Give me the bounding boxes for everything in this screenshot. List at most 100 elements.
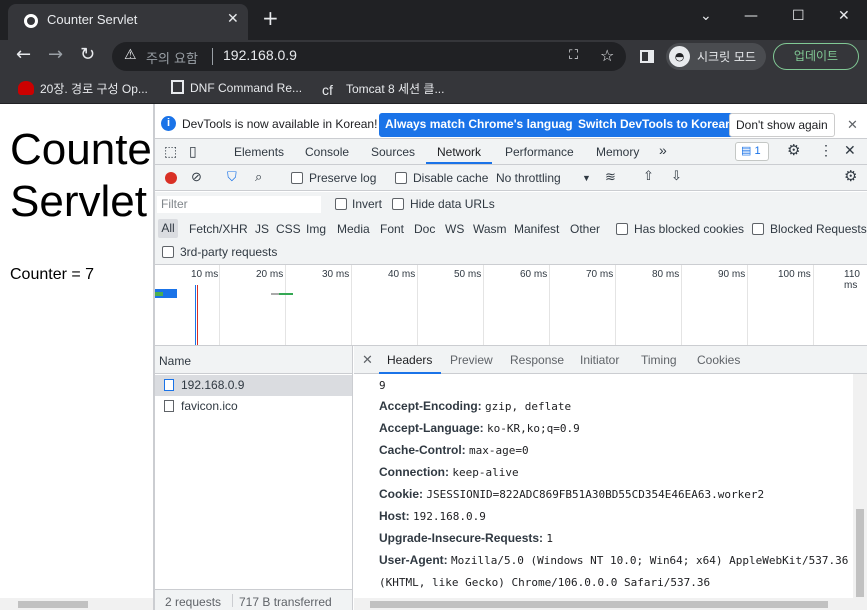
bookmark-star-icon[interactable]: ☆ xyxy=(600,46,614,65)
type-js[interactable]: JS xyxy=(255,222,269,236)
request-row[interactable]: favicon.ico xyxy=(155,396,352,417)
settings-gear-icon[interactable]: ⚙ xyxy=(787,141,800,159)
close-detail-icon[interactable]: ✕ xyxy=(362,352,373,368)
tab-network[interactable]: Network xyxy=(437,145,481,159)
type-ws[interactable]: WS xyxy=(445,222,464,236)
type-all[interactable]: All xyxy=(158,219,178,238)
tick-line xyxy=(417,265,418,345)
reload-button[interactable]: ↻ xyxy=(80,44,95,65)
match-language-button[interactable]: Always match Chrome's language xyxy=(379,113,586,137)
type-img[interactable]: Img xyxy=(306,222,326,236)
chevron-down-icon[interactable]: ▼ xyxy=(582,173,591,183)
translate-icon[interactable]: ⛶ xyxy=(569,48,578,63)
side-panel-icon[interactable] xyxy=(640,50,654,63)
close-tab-icon[interactable]: ✕ xyxy=(227,11,239,27)
header-name: User-Agent: xyxy=(379,553,448,567)
network-conditions-icon[interactable]: ≋ xyxy=(605,169,616,185)
transferred-size: 717 B transferred xyxy=(239,595,332,609)
inspect-element-icon[interactable]: ⬚ xyxy=(164,143,177,160)
headers-vertical-scrollbar[interactable] xyxy=(853,374,867,598)
close-infobar-icon[interactable]: ✕ xyxy=(847,117,858,133)
preserve-log-checkbox[interactable] xyxy=(291,172,303,184)
tab-performance[interactable]: Performance xyxy=(505,145,574,159)
type-fetch-xhr[interactable]: Fetch/XHR xyxy=(189,222,248,236)
scrollbar-thumb[interactable] xyxy=(18,601,88,608)
close-window-button[interactable]: ✕ xyxy=(838,8,850,24)
tab-sources[interactable]: Sources xyxy=(371,145,415,159)
tab-response[interactable]: Response xyxy=(510,353,564,367)
more-tabs-icon[interactable]: » xyxy=(659,142,667,158)
bookmark-item[interactable]: DNF Command Re... xyxy=(171,80,302,95)
bookmark-item[interactable]: 20장. 경로 구성 Op... xyxy=(18,80,148,97)
filter-row: Filter Invert Hide data URLs xyxy=(155,192,867,217)
invert-checkbox[interactable] xyxy=(335,198,347,210)
dont-show-again-button[interactable]: Don't show again xyxy=(729,113,835,137)
maximize-button[interactable]: ☐ xyxy=(792,8,805,24)
update-button[interactable]: 업데이트 xyxy=(773,43,859,70)
clear-icon[interactable]: ⊘ xyxy=(191,169,202,185)
tab-headers[interactable]: Headers xyxy=(387,353,432,367)
bookmark-item[interactable]: cf Tomcat 8 세션 클... xyxy=(322,80,444,98)
tick-label: 60 ms xyxy=(520,269,548,280)
type-wasm[interactable]: Wasm xyxy=(473,222,507,236)
hide-data-urls-checkbox[interactable] xyxy=(392,198,404,210)
incognito-indicator[interactable]: ◓ 시크릿 모드 xyxy=(666,43,766,70)
security-label[interactable]: 주의 요함 xyxy=(146,48,198,67)
tab-search-icon[interactable]: ⌄ xyxy=(700,8,712,24)
url-text[interactable]: 192.168.0.9 xyxy=(223,47,297,63)
record-icon[interactable] xyxy=(165,172,177,184)
tick-label: 50 ms xyxy=(454,269,482,280)
disable-cache-checkbox[interactable] xyxy=(395,172,407,184)
tab-cookies[interactable]: Cookies xyxy=(697,353,740,367)
type-media[interactable]: Media xyxy=(337,222,370,236)
export-har-icon[interactable]: ⇩ xyxy=(671,168,682,184)
type-font[interactable]: Font xyxy=(380,222,404,236)
network-settings-icon[interactable]: ⚙ xyxy=(844,167,857,185)
tab-elements[interactable]: Elements xyxy=(234,145,284,159)
has-blocked-cookies-checkbox[interactable] xyxy=(616,223,628,235)
type-manifest[interactable]: Manifest xyxy=(514,222,559,236)
blocked-requests-checkbox[interactable] xyxy=(752,223,764,235)
tab-title: Counter Servlet xyxy=(47,12,138,27)
forward-button[interactable]: → xyxy=(48,44,63,65)
header-continuation: (KHTML, like Gecko) Chrome/106.0.0.0 Saf… xyxy=(379,575,710,589)
throttling-select[interactable]: No throttling xyxy=(496,171,561,185)
back-button[interactable]: ← xyxy=(16,44,31,65)
search-icon[interactable]: ⌕ xyxy=(255,169,262,185)
new-tab-button[interactable]: + xyxy=(262,8,279,28)
tab-timing[interactable]: Timing xyxy=(641,353,677,367)
network-overview-timeline[interactable]: 10 ms 20 ms 30 ms 40 ms 50 ms 60 ms 70 m… xyxy=(155,265,867,346)
redhat-icon xyxy=(18,81,34,95)
address-bar[interactable]: ⚠ 주의 요함 192.168.0.9 ⛶ ☆ xyxy=(112,42,626,71)
separator xyxy=(232,594,233,607)
tab-console[interactable]: Console xyxy=(305,145,349,159)
tick-line xyxy=(813,265,814,345)
warning-icon[interactable]: ⚠ xyxy=(124,47,137,63)
issues-badge[interactable]: ▤ 1 xyxy=(735,142,769,161)
close-devtools-icon[interactable]: ✕ xyxy=(844,142,856,159)
switch-korean-button[interactable]: Switch DevTools to Korean xyxy=(572,113,739,137)
minimize-button[interactable]: — xyxy=(744,8,758,24)
import-har-icon[interactable]: ⇧ xyxy=(643,168,654,184)
request-row[interactable]: 192.168.0.9 xyxy=(155,375,352,396)
filter-input[interactable]: Filter xyxy=(157,196,321,213)
header-row: Cookie: JSESSIONID=822ADC869FB51A30BD55C… xyxy=(379,487,764,501)
title-bar: Counter Servlet ✕ + ⌄ — ☐ ✕ xyxy=(0,0,867,40)
tab-initiator[interactable]: Initiator xyxy=(580,353,619,367)
type-other[interactable]: Other xyxy=(570,222,600,236)
scrollbar-thumb[interactable] xyxy=(856,509,864,597)
more-options-icon[interactable]: ⋮ xyxy=(819,142,833,159)
type-css[interactable]: CSS xyxy=(276,222,301,236)
type-doc[interactable]: Doc xyxy=(414,222,435,236)
browser-tab[interactable]: Counter Servlet ✕ xyxy=(8,4,248,40)
filter-funnel-icon[interactable]: ⛉ xyxy=(227,169,237,185)
third-party-checkbox[interactable] xyxy=(162,246,174,258)
devtools-panel: i DevTools is now available in Korean! A… xyxy=(155,104,867,610)
page-horizontal-scrollbar[interactable] xyxy=(0,598,153,610)
headers-horizontal-scrollbar[interactable] xyxy=(354,598,867,610)
tab-preview[interactable]: Preview xyxy=(450,353,493,367)
tab-memory[interactable]: Memory xyxy=(596,145,639,159)
name-column-header[interactable]: Name xyxy=(159,354,191,368)
device-toolbar-icon[interactable]: ▯ xyxy=(189,143,197,160)
scrollbar-thumb[interactable] xyxy=(370,601,828,608)
